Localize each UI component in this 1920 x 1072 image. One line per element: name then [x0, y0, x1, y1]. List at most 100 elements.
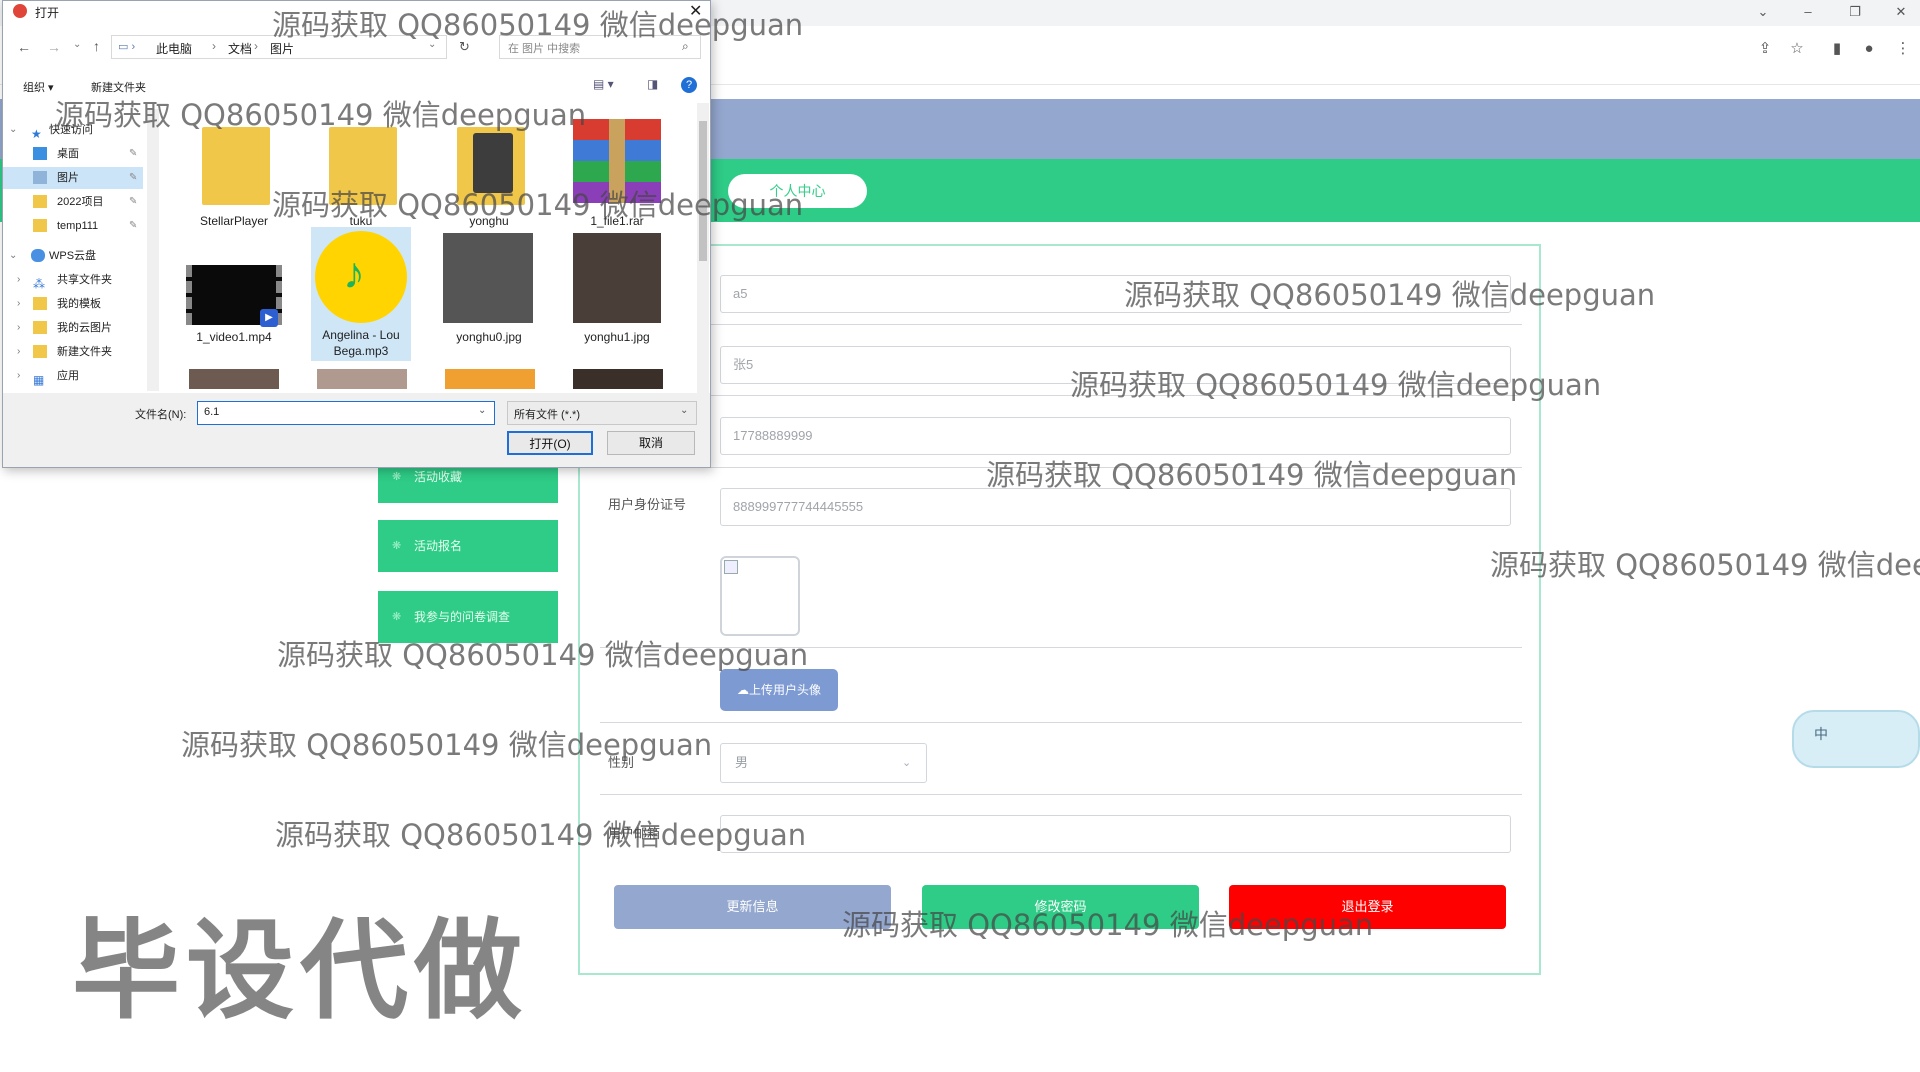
tree-item-pictures[interactable]: 图片 ✎ [3, 167, 143, 189]
forward-icon[interactable]: → [47, 39, 61, 55]
open-button[interactable]: 打开(O) [507, 431, 593, 455]
up-icon[interactable]: ↑ [93, 38, 100, 54]
organize-menu[interactable]: 组织 ▾ [23, 79, 54, 95]
cancel-button[interactable]: 取消 [607, 431, 695, 455]
photo-thumbnail [573, 233, 661, 323]
ime-mode-label: 中 [1814, 726, 1828, 742]
apps-icon: ▦ [33, 373, 45, 387]
chevron-right-icon: › [254, 39, 258, 53]
folder-icon [33, 219, 47, 232]
chevron-down-icon: ⌄ [902, 757, 912, 769]
tree-item-cloud-pictures[interactable]: › 我的云图片 [3, 317, 143, 339]
ime-widget[interactable]: 中 [1792, 710, 1920, 768]
file-name: StellarPlayer [199, 214, 269, 228]
breadcrumb-item[interactable]: 文档 [228, 40, 252, 57]
phone-field[interactable]: 17788889999 [720, 417, 1511, 455]
tree-item-label: 新建文件夹 [57, 346, 112, 358]
help-icon[interactable]: ? [681, 77, 697, 93]
tree-item-label: 桌面 [57, 148, 79, 160]
pin-icon: ✎ [129, 196, 138, 207]
menu-icon: ❋ [392, 540, 402, 552]
chevron-right-icon: › [17, 298, 21, 309]
breadcrumb-item[interactable]: 此电脑 [156, 40, 192, 57]
sidebar-item-label: 我参与的问卷调查 [414, 610, 511, 624]
photo-thumbnail [445, 369, 535, 389]
filetype-value: 所有文件 (*.*) [514, 409, 580, 421]
watermark: 源码获取 QQ86050149 微信deepguan [1490, 548, 1920, 582]
file-item[interactable]: StellarPlayer [184, 117, 284, 232]
tree-item-wps-cloud[interactable]: ⌄ WPS云盘 [3, 245, 143, 267]
id-label: 用户身份证号 [608, 497, 687, 512]
file-item[interactable]: ▶ 1_video1.mp4 [184, 233, 284, 348]
tree-item-project[interactable]: 2022项目 ✎ [3, 191, 143, 213]
watermark: 源码获取 QQ86050149 微信deepguan [272, 8, 804, 42]
tree-item-temp[interactable]: temp111 ✎ [3, 215, 143, 237]
more-icon[interactable]: ⋮ [1892, 38, 1914, 60]
photo-thumbnail [443, 233, 533, 323]
filetype-select[interactable]: 所有文件 (*.*) ⌄ [507, 401, 697, 425]
sidebar-item-label: 活动报名 [414, 539, 463, 553]
watermark: 源码获取 QQ86050149 微信deepguan [986, 458, 1518, 492]
filename-input[interactable]: 6.1 ⌄ [197, 401, 495, 425]
chevron-right-icon: › [17, 322, 21, 333]
minimize-icon[interactable]: – [1797, 4, 1819, 22]
sidebar-item-signup[interactable]: ❋ 活动报名 [378, 520, 558, 572]
folder-icon [202, 127, 270, 205]
restore-icon[interactable]: ❐ [1844, 4, 1866, 22]
file-name: yonghu1.jpg [584, 330, 650, 344]
stamp-watermark: 毕设代做 [72, 909, 529, 1034]
sidebar-item-label: 活动收藏 [414, 470, 463, 484]
close-icon[interactable]: ✕ [1890, 4, 1912, 22]
chevron-right-icon: › [17, 274, 21, 285]
tree-item-label: temp111 [57, 220, 99, 232]
pin-icon: ✎ [129, 148, 138, 159]
chevron-down-icon: ⌄ [9, 250, 18, 261]
view-options-icon[interactable]: ▤ ▾ [593, 77, 614, 91]
chevron-down-icon[interactable]: ⌄ [73, 39, 81, 50]
divider [600, 722, 1522, 723]
tree-item-apps[interactable]: › ▦ 应用 [3, 365, 143, 387]
play-icon: ▶ [260, 309, 278, 327]
pc-icon: ▭ › [118, 41, 136, 53]
pin-icon: ✎ [129, 172, 138, 183]
tree-item-label: WPS云盘 [49, 250, 97, 262]
tree-item-shared[interactable]: › ⁂ 共享文件夹 [3, 269, 143, 291]
sidepanel-icon[interactable]: ▮ [1826, 38, 1848, 60]
chevron-down-icon[interactable]: ⌄ [478, 405, 486, 416]
file-item[interactable]: yonghu0.jpg [439, 233, 539, 348]
menu-icon: ❋ [392, 611, 402, 623]
watermark: 源码获取 QQ86050149 微信deepguan [275, 818, 807, 852]
photo-thumbnail [317, 369, 407, 389]
nav-tree: ⌄ ★ 快速访问 桌面 ✎ 图片 ✎ 2022项目 ✎ temp111 ✎ ⌄ … [3, 115, 161, 391]
email-field[interactable] [720, 815, 1511, 853]
watermark: 源码获取 QQ86050149 微信deepguan [842, 908, 1374, 942]
chevron-down-icon[interactable]: ⌄ [1752, 4, 1774, 22]
photo-thumbnail [573, 369, 663, 389]
upload-avatar-button[interactable]: ☁上传用户头像 [720, 669, 838, 711]
file-item[interactable]: yonghu1.jpg [567, 233, 667, 348]
file-name: yonghu0.jpg [456, 330, 522, 344]
share-icon[interactable]: ⇪ [1754, 38, 1776, 60]
file-open-dialog: 打开 ✕ ← → ⌄ ↑ ▭ › 此电脑 › 文档 › 图片 ⌄ ↻ 在 图片 … [2, 0, 711, 468]
tree-scrollbar[interactable] [147, 109, 159, 391]
chevron-right-icon: › [17, 346, 21, 357]
watermark: 源码获取 QQ86050149 微信deepguan [272, 188, 804, 222]
watermark: 源码获取 QQ86050149 微信deepguan [1124, 278, 1656, 312]
chevron-down-icon: ⌄ [680, 405, 689, 416]
profile-icon[interactable]: ● [1858, 38, 1880, 60]
file-grid-scrollbar[interactable] [697, 103, 709, 393]
dialog-title: 打开 [35, 6, 60, 20]
tree-item-templates[interactable]: › 我的模板 [3, 293, 143, 315]
tree-item-new-folder[interactable]: › 新建文件夹 [3, 341, 143, 363]
pin-icon: ✎ [129, 220, 138, 231]
tree-item-desktop[interactable]: 桌面 ✎ [3, 143, 143, 165]
watermark: 源码获取 QQ86050149 微信deepguan [277, 638, 809, 672]
star-icon[interactable]: ☆ [1786, 38, 1808, 60]
file-item-selected[interactable]: ♪ Angelina - Lou Bega.mp3 [311, 227, 411, 361]
gender-select[interactable]: 男 [720, 743, 927, 783]
divider [600, 794, 1522, 795]
back-icon[interactable]: ← [17, 39, 31, 55]
watermark: 源码获取 QQ86050149 微信deepguan [55, 98, 587, 132]
audio-icon: ♪ [315, 231, 407, 323]
preview-pane-icon[interactable]: ◨ [647, 77, 658, 91]
